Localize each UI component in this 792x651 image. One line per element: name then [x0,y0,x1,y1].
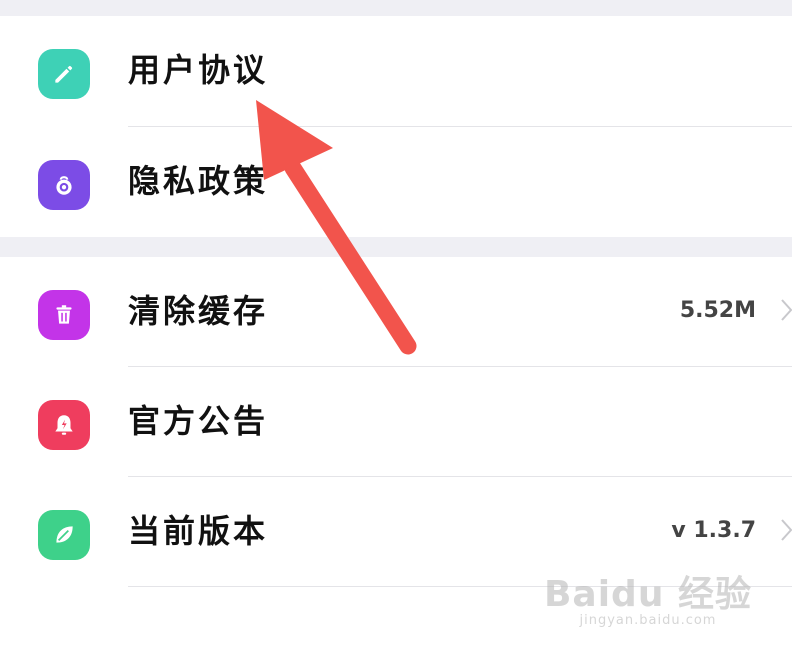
baidu-watermark: Baidu 经验 jingyan.baidu.com [544,577,752,629]
menu-item-official-announcement[interactable]: 官方公告 [0,367,792,477]
chevron-right-icon [781,299,792,321]
trash-icon [38,290,90,340]
menu-item-current-version[interactable]: 当前版本 v 1.3.7 [0,477,792,587]
privacy-lock-icon [38,160,90,210]
menu-item-label: 官方公告 [128,402,269,440]
watermark-logo: Baidu 经验 [543,574,752,615]
menu-item-privacy-policy[interactable]: 隐私政策 [0,127,792,237]
menu-item-label: 隐私政策 [128,162,269,200]
menu-item-user-agreement[interactable]: 用户协议 [0,16,792,126]
bell-icon [38,400,90,450]
version-value: v 1.3.7 [671,518,756,543]
menu-item-label: 清除缓存 [128,292,269,330]
watermark-url: jingyan.baidu.com [579,613,717,628]
pencil-icon [38,49,90,99]
cache-size-value: 5.52M [679,298,756,323]
section-gap [0,237,792,257]
menu-item-label: 当前版本 [128,512,269,550]
menu-item-label: 用户协议 [128,51,269,89]
chevron-right-icon [781,519,792,541]
leaf-icon [38,510,90,560]
menu-item-clear-cache[interactable]: 清除缓存 5.52M [0,257,792,367]
section-gap-top [0,0,792,16]
